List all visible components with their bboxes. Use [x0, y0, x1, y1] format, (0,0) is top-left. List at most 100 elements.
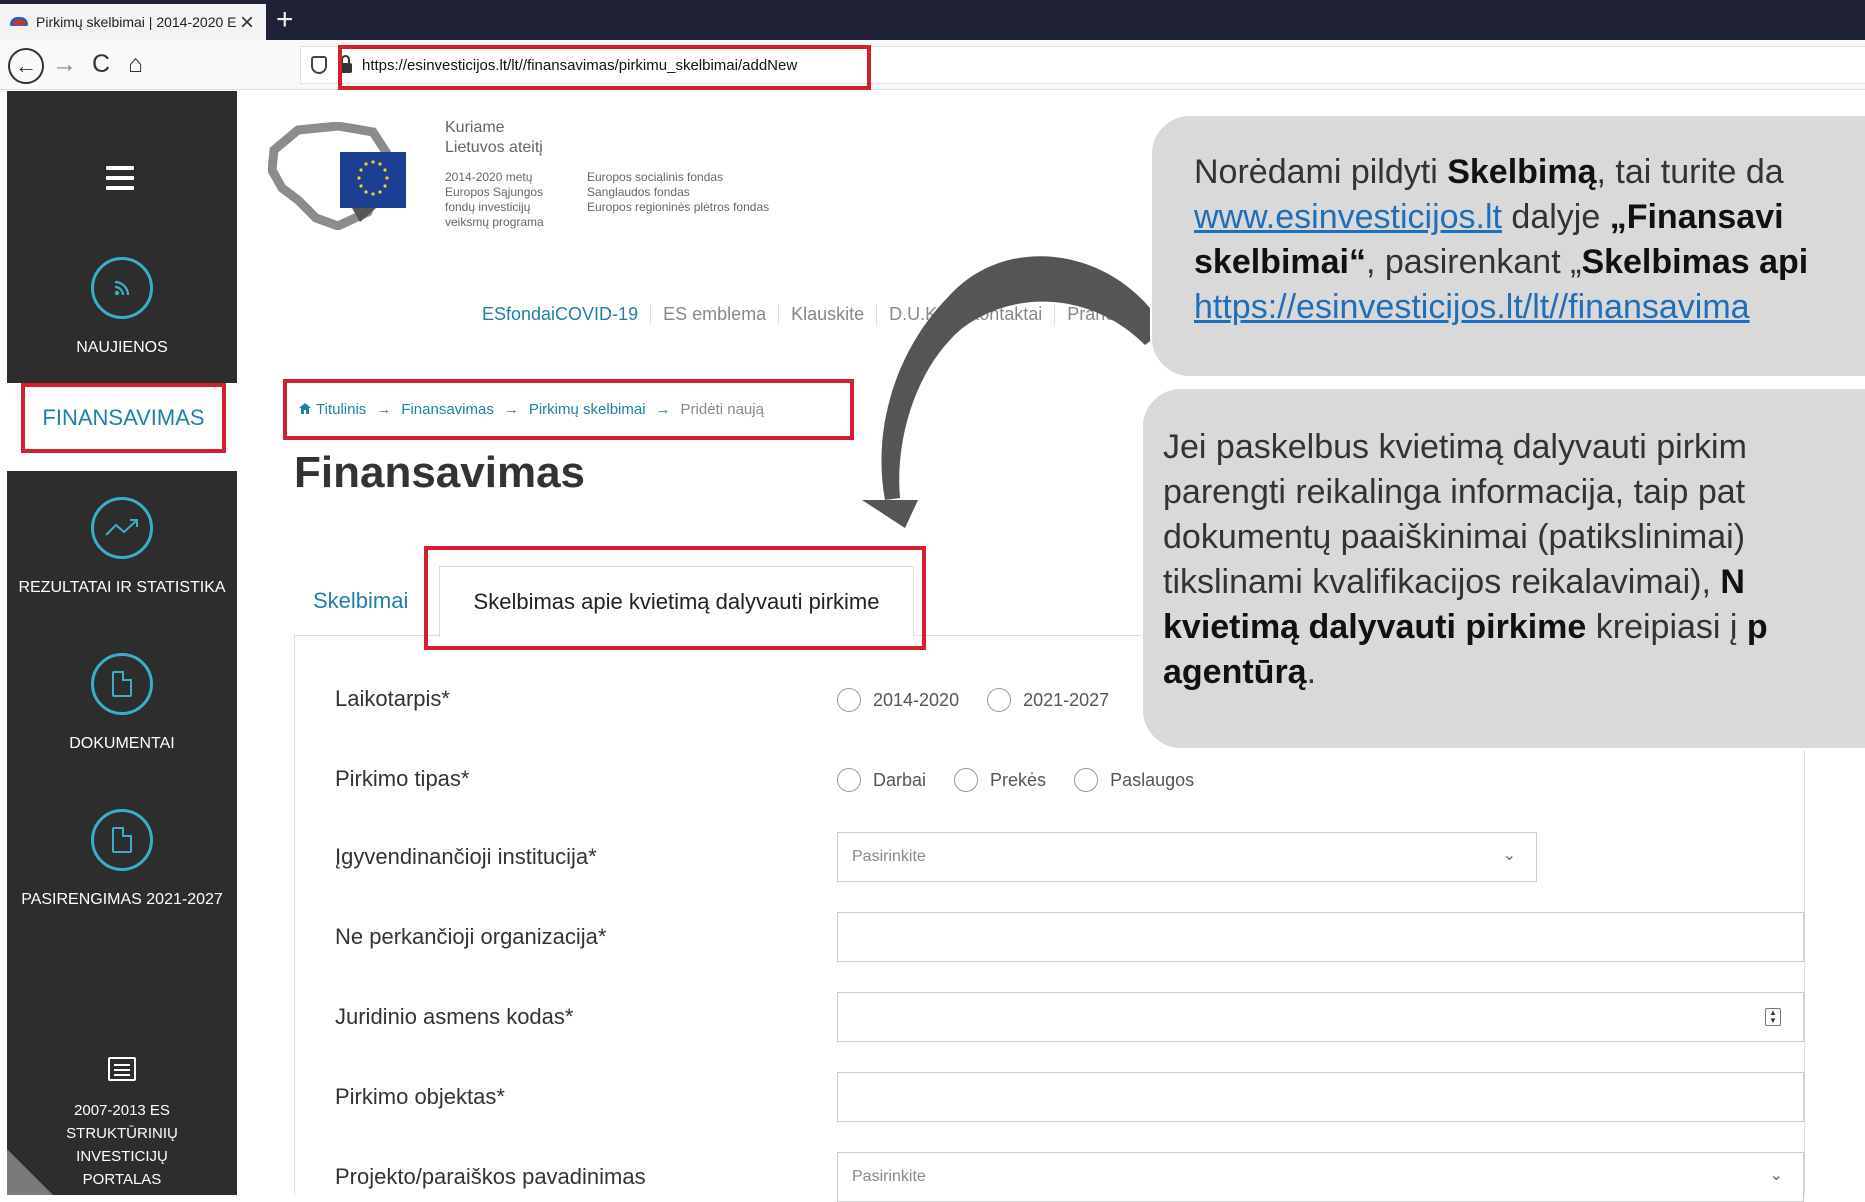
radio-darbai[interactable]: Darbai: [837, 768, 926, 792]
callout-bold-text: N: [1720, 563, 1745, 601]
sidebar-item-naujienos[interactable]: NAUJIENOS: [7, 257, 237, 357]
radio-2021-2027[interactable]: 2021-2027: [987, 688, 1109, 712]
callout-text: Norėdami pildyti: [1194, 153, 1448, 191]
callout1-line: www.esinvesticijos.lt dalyje „Finansavi: [1194, 195, 1865, 240]
spinner-arrows-icon[interactable]: ▲ ▼: [1765, 1008, 1781, 1026]
logo-small-line: Sanglaudos fondas: [587, 185, 690, 199]
callout-text: .: [1306, 653, 1317, 691]
radio-prekes[interactable]: Prekės: [954, 768, 1046, 792]
breadcrumb-finansavimas[interactable]: Finansavimas: [401, 401, 494, 418]
sidebar-item-pasirengimas[interactable]: PASIRENGIMAS 2021-2027: [7, 809, 237, 909]
browser-tab[interactable]: Pirkimų skelbimai | 2014-2020 E ×: [0, 4, 266, 40]
callout-text: kreipiasi į: [1586, 608, 1747, 646]
logo-small-line: Europos regioninės plėtros fondas: [587, 200, 770, 214]
top-link-emblema[interactable]: ES emblema: [651, 304, 780, 325]
top-link-klauskite[interactable]: Klauskite: [779, 304, 878, 325]
objektas-input[interactable]: [837, 1072, 1804, 1122]
close-tab-icon[interactable]: ×: [240, 9, 254, 37]
callout-bold-text: p: [1746, 608, 1768, 646]
legacy-line: 2007-2013 ES: [74, 1102, 170, 1119]
breadcrumb-home[interactable]: Titulinis: [316, 401, 366, 418]
sidebar: NAUJIENOS FINANSAVIMAS REZULTATAI IR STA…: [7, 91, 237, 1195]
corner-decoration: [7, 1149, 53, 1195]
logo-small-line: Europos socialinis fondas: [587, 170, 724, 184]
logo-slogan-line: Lietuvos ateitį: [445, 139, 543, 156]
radio-circle-icon[interactable]: [1074, 768, 1099, 792]
reload-icon[interactable]: C: [92, 48, 110, 80]
rss-icon: [91, 257, 153, 319]
callout2-line: dokumentų paaiškinimai (patikslinimai): [1163, 518, 1746, 556]
sidebar-item-label: FINANSAVIMAS: [21, 383, 226, 453]
sidebar-item-label: PASIRENGIMAS 2021-2027: [21, 891, 223, 908]
callout1-line: skelbimai“, pasirenkant „Skelbimas api: [1194, 240, 1865, 285]
top-links: ESfondaiCOVID-19 ES emblema Klauskite D.…: [482, 304, 1147, 325]
top-link-duk[interactable]: D.U.K.: [877, 304, 956, 325]
logo-small-line: Europos Sąjungos: [445, 185, 544, 199]
document-icon: [91, 653, 153, 715]
sidebar-item-finansavimas[interactable]: FINANSAVIMAS: [7, 383, 237, 471]
site-link[interactable]: www.esinvesticijos.lt: [1194, 198, 1502, 236]
logo-slogan-line: Kuriame: [445, 119, 505, 136]
breadcrumb-separator: →: [503, 401, 519, 418]
callout2-line: agentūrą.: [1163, 650, 1865, 695]
sidebar-item-label: DOKUMENTAI: [69, 735, 175, 752]
sidebar-item-rezultatai[interactable]: REZULTATAI IR STATISTIKA: [7, 497, 237, 597]
lithuania-map-logo-icon[interactable]: [268, 122, 408, 230]
top-link-pranesk[interactable]: Pranešk: [1055, 304, 1147, 325]
radio-label: Prekės: [990, 769, 1047, 790]
browser-tab-bar: Pirkimų skelbimai | 2014-2020 E × +: [0, 0, 1865, 40]
site-favicon-icon: [10, 16, 28, 28]
top-link-covid[interactable]: ESfondaiCOVID-19: [482, 304, 652, 325]
logo-small-line: veiksmų programa: [445, 215, 544, 229]
url-highlight-box: [338, 45, 871, 90]
radio-circle-icon[interactable]: [837, 688, 861, 712]
radio-2014-2020[interactable]: 2014-2020: [837, 688, 959, 712]
breadcrumb-separator: →: [655, 401, 671, 418]
field-label: Juridinio asmens kodas*: [335, 1004, 574, 1029]
radio-circle-icon[interactable]: [837, 768, 861, 792]
top-link-kontaktai[interactable]: Kontaktai: [955, 304, 1056, 325]
chevron-down-icon: ⌄: [1769, 1167, 1783, 1184]
laikotarpis-radio-group: 2014-2020 2021-2027: [837, 688, 1137, 712]
pirkimo-tipas-radio-group: Darbai Prekės Paslaugos: [837, 768, 1222, 792]
shield-icon[interactable]: [311, 56, 327, 74]
field-label: Įgyvendinančioji institucija*: [335, 844, 597, 869]
radio-circle-icon[interactable]: [954, 768, 979, 792]
radio-paslaugos[interactable]: Paslaugos: [1074, 768, 1194, 792]
instruction-callout-1: Norėdami pildyti Skelbimą, tai turite da…: [1150, 114, 1865, 378]
home-icon[interactable]: ⌂: [128, 48, 143, 80]
kodas-number-input[interactable]: ▲ ▼: [837, 992, 1804, 1042]
organizacija-input[interactable]: [837, 912, 1804, 962]
callout2-line: parengti reikalinga informacija, taip pa…: [1163, 473, 1746, 511]
radio-circle-icon[interactable]: [987, 688, 1012, 712]
tab-highlight-box: [424, 546, 926, 650]
legacy-line: STRUKTŪRINIŲ: [66, 1125, 178, 1142]
callout1-line: Norėdami pildyti Skelbimą, tai turite da: [1194, 150, 1865, 195]
radio-label: 2014-2020: [873, 689, 960, 710]
back-arrow-icon[interactable]: ←: [8, 48, 44, 84]
menu-icon[interactable]: [106, 166, 134, 196]
logo-small-line: fondų investicijų: [445, 200, 531, 214]
browser-nav-bar: ← → C ⌂ https://esinvesticijos.lt/lt//fi…: [0, 40, 1865, 90]
logo-programme-text: 2014-2020 metų Europos Sąjungos fondų in…: [445, 170, 544, 230]
home-icon: [299, 401, 311, 418]
callout-bold-text: skelbimai“: [1194, 243, 1366, 281]
callout1-line: https://esinvesticijos.lt/lt//finansavim…: [1194, 285, 1865, 330]
chart-icon: [91, 497, 153, 559]
field-label: Laikotarpis*: [335, 686, 450, 711]
radio-label: Paslaugos: [1110, 769, 1195, 790]
institucija-select[interactable]: Pasirinkite ⌄: [837, 832, 1537, 882]
tab-skelbimai[interactable]: Skelbimai: [313, 588, 408, 614]
logo-small-line: 2014-2020 metų: [445, 170, 533, 184]
sidebar-item-dokumentai[interactable]: DOKUMENTAI: [7, 653, 237, 753]
callout-text: , tai turite da: [1596, 153, 1784, 191]
callout-text: , pasirenkant „: [1365, 243, 1582, 281]
breadcrumb-pirkimu-skelbimai[interactable]: Pirkimų skelbimai: [529, 401, 646, 418]
field-label: Ne perkančioji organizacija*: [335, 924, 607, 949]
forward-arrow-icon[interactable]: →: [52, 48, 77, 80]
radio-label: 2021-2027: [1023, 689, 1110, 710]
breadcrumb-separator: →: [376, 401, 392, 418]
new-tab-button[interactable]: +: [276, 0, 294, 40]
address-link[interactable]: https://esinvesticijos.lt/lt//finansavim…: [1194, 288, 1750, 326]
callout-bold-text: „Finansavi: [1609, 198, 1784, 236]
